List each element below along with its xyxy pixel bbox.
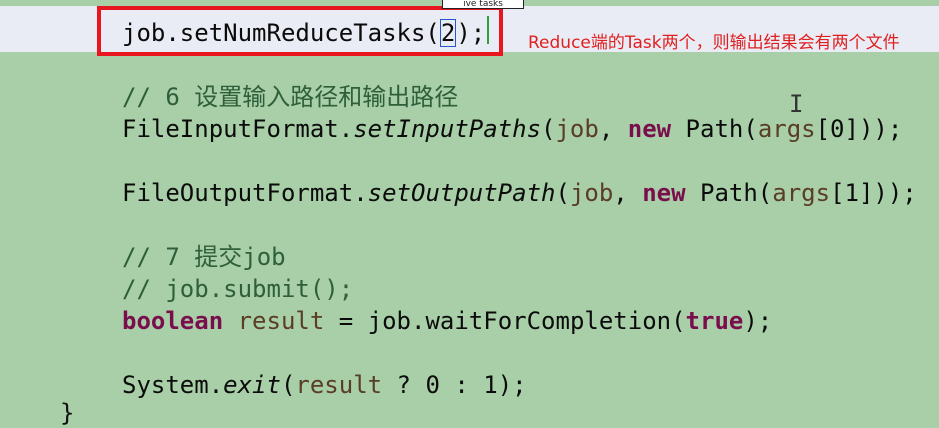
code-method: exit [223,371,281,399]
annotation-note: Reduce端的Task两个，则输出结果会有两个文件 [528,33,900,53]
code-text: System. [122,371,224,399]
code-variable: result [295,371,383,399]
code-keyword: boolean [122,307,224,335]
code-text: , [613,179,643,207]
code-text: ( [280,371,296,399]
code-keyword: new [642,179,686,207]
code-line-set-input-paths[interactable]: FileInputFormat.setInputPaths(job, new P… [122,114,902,144]
code-editor[interactable]: job.setNumReduceTasks(2); // 6 设置输入路径和输出… [0,0,939,427]
code-comment-submit[interactable]: // 7 提交job [122,242,286,272]
code-text: ? 0 : 1); [382,371,527,399]
code-text: ( [541,115,556,143]
ibeam-cursor-icon: I [789,90,804,118]
code-text: ( [555,179,570,207]
code-line-system-exit[interactable]: System.exit(result ? 0 : 1); [122,370,527,400]
code-text: , [598,115,628,143]
code-keyword: new [627,115,672,143]
code-line-set-output-path[interactable]: FileOutputFormat.setOutputPath(job, new … [122,178,917,208]
code-text: Path( [685,179,773,207]
code-method: setInputPaths [353,115,542,143]
red-highlight-box [97,6,503,56]
code-text: [0])); [815,115,903,143]
code-text: ); [743,307,773,335]
code-text: FileOutputFormat. [122,179,368,207]
code-text: Path( [671,115,758,143]
code-text: = job.waitForCompletion( [324,307,686,335]
code-comment-job-submit[interactable]: // job.submit(); [122,274,353,304]
tooltip-popup: ive tasks [442,0,524,9]
code-method: setOutputPath [367,179,556,207]
code-variable: job [569,179,614,207]
code-line-wait-for-completion[interactable]: boolean result = job.waitForCompletion(t… [122,306,772,336]
code-variable: job [555,115,599,143]
code-variable: args [772,179,831,207]
code-variable: args [757,115,816,143]
code-text: [1])); [830,179,917,207]
code-text: FileInputFormat. [122,115,354,143]
closing-brace: } [60,399,75,427]
code-comment-input-output[interactable]: // 6 设置输入路径和输出路径 [122,82,458,112]
code-variable: result [237,307,325,335]
code-keyword: true [685,307,744,335]
